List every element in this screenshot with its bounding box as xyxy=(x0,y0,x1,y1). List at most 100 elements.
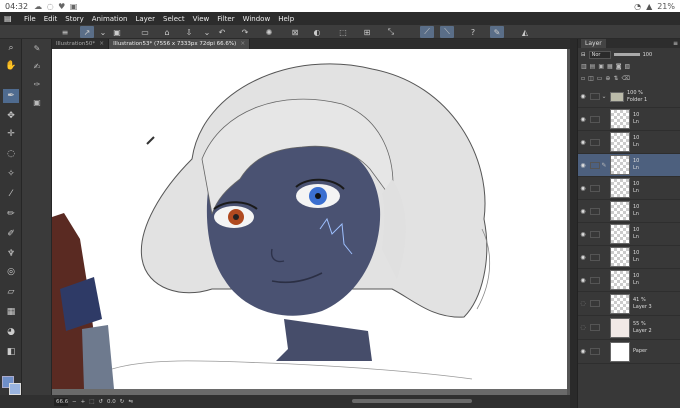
menu-animation[interactable]: Animation xyxy=(92,15,128,23)
crop-icon[interactable]: ⊞ xyxy=(360,26,374,38)
lock-checkbox[interactable] xyxy=(590,115,600,123)
menu-view[interactable]: View xyxy=(193,15,210,23)
menu-help[interactable]: Help xyxy=(278,15,294,23)
rotate-left-icon[interactable]: ↺ xyxy=(98,399,103,405)
tab-illustration53[interactable]: Illustration53* (7556 x 7333px 72dpi 66.… xyxy=(109,39,251,49)
reference-icon[interactable]: ▤ xyxy=(590,63,596,70)
visibility-icon[interactable]: ◉ xyxy=(578,277,588,284)
help-icon[interactable]: ? xyxy=(466,26,480,38)
redo-icon[interactable]: ↷ xyxy=(238,26,252,38)
sub-color-swatch[interactable] xyxy=(9,383,21,395)
transfer-icon[interactable]: ⇅ xyxy=(613,75,618,82)
ruler-icon[interactable]: ▧ xyxy=(625,63,631,70)
menu-layer[interactable]: Layer xyxy=(135,15,155,23)
visibility-icon[interactable]: ◉ xyxy=(578,208,588,215)
zoom-icon[interactable]: ⌕ xyxy=(3,41,19,55)
layer-panel-tab[interactable]: Layer xyxy=(581,39,606,48)
lock-checkbox[interactable] xyxy=(590,93,600,100)
tab-illustration50[interactable]: Illustration50* × xyxy=(52,39,110,49)
angle-field[interactable]: 0.0 xyxy=(107,399,116,405)
blend-mode-select[interactable]: Nor xyxy=(588,50,611,59)
canvas-area[interactable] xyxy=(52,49,570,395)
delete-layer-icon[interactable]: ⌫ xyxy=(621,75,629,82)
lock-checkbox[interactable] xyxy=(590,300,600,307)
visibility-icon[interactable]: ◌ xyxy=(578,300,588,307)
visibility-icon[interactable]: ◉ xyxy=(578,254,588,261)
gradient-icon[interactable]: ▦ xyxy=(3,305,19,319)
eraser-tool-icon[interactable]: ▱ xyxy=(3,285,19,299)
text-icon[interactable]: ◧ xyxy=(3,345,19,359)
visibility-icon[interactable]: ◌ xyxy=(578,324,588,331)
zoom-out-icon[interactable]: − xyxy=(72,399,77,405)
layer-row[interactable]: ◉ 10 Ln xyxy=(578,108,680,131)
subtool-pen-icon[interactable]: ✎ xyxy=(29,41,45,55)
eyedropper-icon[interactable]: ✎ xyxy=(490,26,504,38)
menu-window[interactable]: Window xyxy=(243,15,271,23)
subtool-brush-icon[interactable]: ✑ xyxy=(29,77,45,91)
zoom-field[interactable]: 66.6 xyxy=(54,397,68,406)
new-folder-icon[interactable]: ▭ xyxy=(597,75,603,82)
new-file-icon[interactable]: ▭ xyxy=(138,26,152,38)
menu-filter[interactable]: Filter xyxy=(217,15,234,23)
operation-icon[interactable]: ✥ xyxy=(3,109,19,123)
fill-tool-icon[interactable]: ◕ xyxy=(3,325,19,339)
layer-row[interactable]: ◌ 41 % Layer 3 xyxy=(578,292,680,316)
pen-tool-icon[interactable]: ✒ xyxy=(3,89,19,103)
menu-story[interactable]: Story xyxy=(65,15,84,23)
menu-edit[interactable]: Edit xyxy=(44,15,58,23)
lock-checkbox[interactable] xyxy=(590,207,600,215)
blend-icon[interactable]: ◎ xyxy=(3,265,19,279)
visibility-icon[interactable]: ◉ xyxy=(578,348,588,355)
visibility-icon[interactable]: ◉ xyxy=(578,93,588,100)
layer-property-icon[interactable]: ⊟ xyxy=(581,52,586,58)
layer-row[interactable]: ◉ 10 Ln xyxy=(578,200,680,223)
visibility-icon[interactable]: ◉ xyxy=(578,231,588,238)
layer-row[interactable]: ◉ 10 Ln xyxy=(578,223,680,246)
hamburger-menu-icon[interactable]: ≡ xyxy=(58,26,72,38)
layer-row[interactable]: ◌ 55 % Layer 2 xyxy=(578,316,680,340)
close-icon[interactable]: × xyxy=(240,39,245,49)
undo-icon[interactable]: ↶ xyxy=(215,26,229,38)
new-vector-layer-icon[interactable]: ◫ xyxy=(588,75,594,82)
close-icon[interactable]: × xyxy=(99,39,104,49)
lock-checkbox[interactable] xyxy=(590,161,600,169)
transform-icon[interactable]: ⤡ xyxy=(384,26,398,38)
subtool-settings-icon[interactable]: ▣ xyxy=(29,95,45,109)
layer-row[interactable]: ◉ 10 Ln xyxy=(578,131,680,154)
clip-icon[interactable]: ▥ xyxy=(581,63,587,70)
fit-icon[interactable]: ⬚ xyxy=(89,399,94,405)
menu-file[interactable]: File xyxy=(24,15,36,23)
app-logo-icon[interactable]: ▤ xyxy=(4,14,16,23)
canvas-horizontal-scrollbar[interactable] xyxy=(352,399,472,403)
visibility-icon[interactable]: ◉ xyxy=(578,116,588,123)
folder-expand-icon[interactable]: ⌄ xyxy=(600,93,608,100)
snap-special-ruler-icon[interactable]: ⟍ xyxy=(440,26,454,38)
panel-menu-icon[interactable]: ≡ xyxy=(673,40,678,47)
lock-icon[interactable]: ▣ xyxy=(598,63,604,70)
visibility-icon[interactable]: ◉ xyxy=(578,185,588,192)
flip-icon[interactable]: ⇋ xyxy=(128,399,133,405)
visibility-icon[interactable]: ◉ xyxy=(578,139,588,146)
layer-row[interactable]: ◉ ⌄ 100 % Folder 1 xyxy=(578,86,680,108)
snap-ruler-icon[interactable]: ⟋ xyxy=(420,26,434,38)
drawing-canvas[interactable] xyxy=(52,49,567,389)
lock-checkbox[interactable] xyxy=(590,230,600,238)
opacity-slider[interactable] xyxy=(613,53,640,56)
layer-row[interactable]: ◉ 10 Ln xyxy=(578,246,680,269)
chevron-down-icon[interactable]: ⌄ xyxy=(96,26,110,38)
pencil-icon[interactable]: ✏ xyxy=(3,207,19,221)
layer-row-selected[interactable]: ◉ ✎ 10 Ln xyxy=(578,154,680,177)
rotate-right-icon[interactable]: ↻ xyxy=(120,399,125,405)
magic-wand-icon[interactable]: ✧ xyxy=(3,167,19,181)
clear-icon[interactable]: ⊠ xyxy=(288,26,302,38)
hand-icon[interactable]: ✋ xyxy=(3,59,19,73)
menu-select[interactable]: Select xyxy=(163,15,185,23)
open-folder-icon[interactable]: ⌂ xyxy=(160,26,174,38)
lock-checkbox[interactable] xyxy=(590,276,600,284)
layer-row[interactable]: ◉ 10 Ln xyxy=(578,269,680,292)
lock-checkbox[interactable] xyxy=(590,253,600,261)
gallery-icon[interactable]: ▣ xyxy=(110,26,124,38)
subtool-marker-icon[interactable]: ✍ xyxy=(29,59,45,73)
lock-checkbox[interactable] xyxy=(590,324,600,331)
eraser-icon[interactable]: ◭ xyxy=(518,26,532,38)
